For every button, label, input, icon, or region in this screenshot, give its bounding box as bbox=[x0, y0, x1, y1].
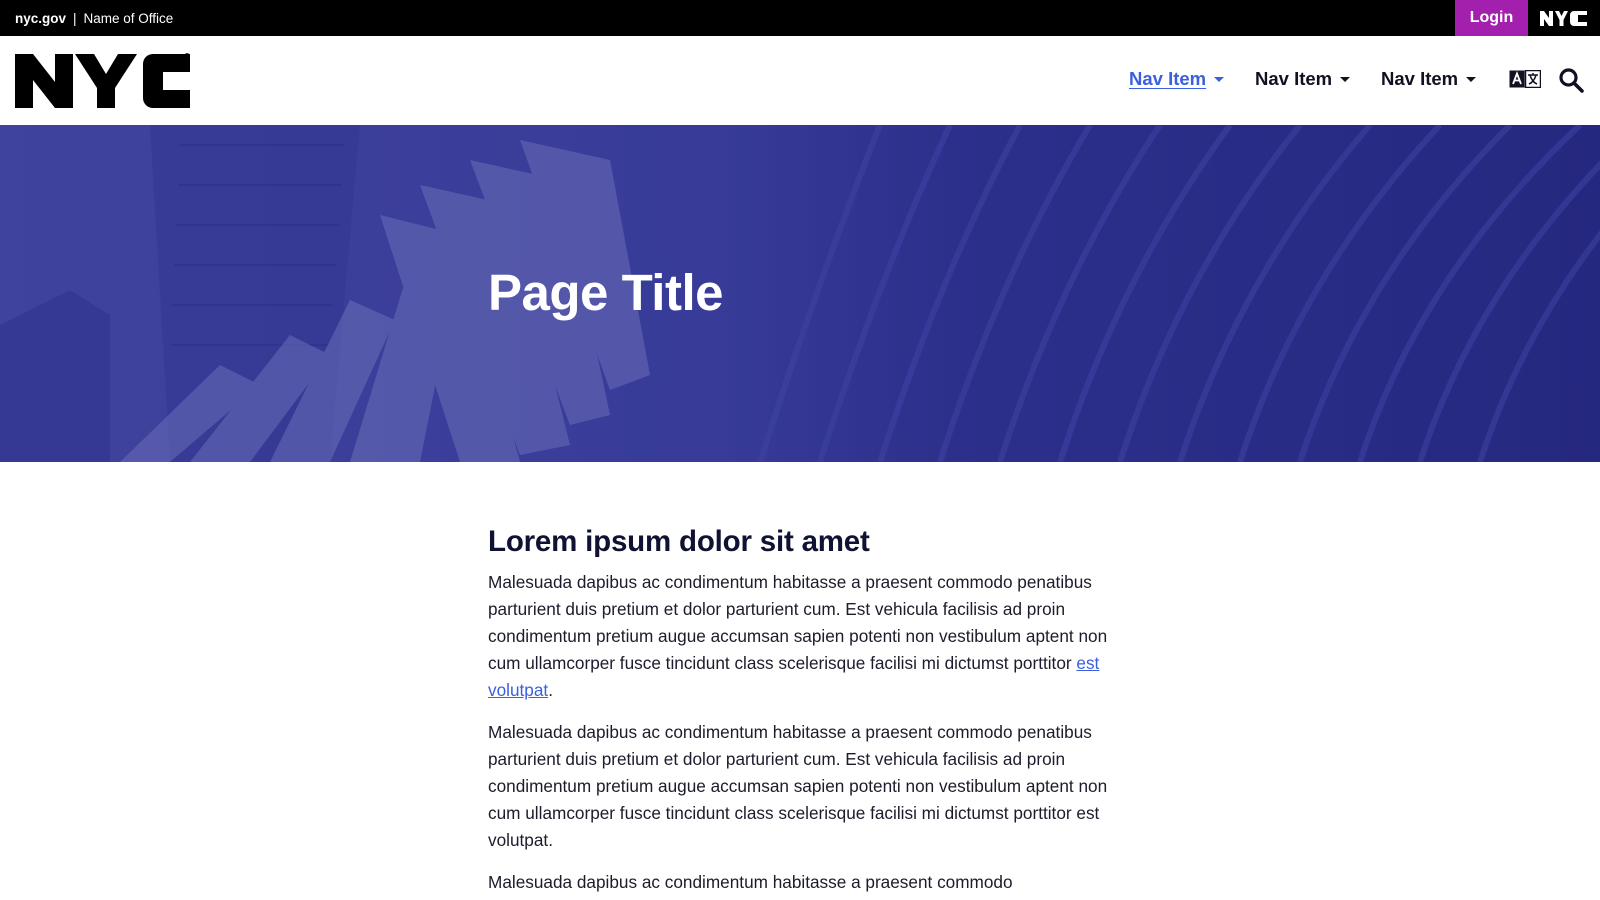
nav-item-label: Nav Item bbox=[1129, 68, 1207, 89]
nyc-mini-logo-icon[interactable] bbox=[1540, 11, 1587, 26]
nav-item-2[interactable]: Nav Item bbox=[1255, 68, 1351, 90]
utility-bar: nyc.gov | Name of Office Login bbox=[0, 0, 1600, 36]
separator: | bbox=[73, 11, 77, 26]
section-heading: Lorem ipsum dolor sit amet bbox=[488, 525, 870, 558]
main-content: Lorem ipsum dolor sit amet Malesuada dap… bbox=[488, 525, 1108, 900]
paragraph: Malesuada dapibus ac condimentum habitas… bbox=[488, 872, 1013, 892]
paragraph-text: Malesuada dapibus ac condimentum habitas… bbox=[488, 572, 1108, 673]
login-button[interactable]: Login bbox=[1455, 0, 1528, 36]
site-header: Nav Item Nav Item Nav Item bbox=[0, 36, 1600, 125]
paragraph: Malesuada dapibus ac condimentum habitas… bbox=[488, 722, 1108, 850]
hero-background-image bbox=[0, 125, 1600, 462]
nav-item-label: Nav Item bbox=[1381, 68, 1459, 89]
office-name[interactable]: Name of Office bbox=[84, 11, 174, 26]
nav-item-label: Nav Item bbox=[1255, 68, 1333, 89]
chevron-down-icon bbox=[1340, 76, 1351, 82]
page-title: Page Title bbox=[488, 264, 723, 321]
paragraph: Malesuada dapibus ac condimentum habitas… bbox=[488, 569, 1108, 704]
site-identifier: nyc.gov | Name of Office bbox=[15, 0, 173, 36]
paragraph-end: . bbox=[548, 680, 553, 700]
nav-item-3[interactable]: Nav Item bbox=[1381, 68, 1477, 90]
nyc-logo-icon[interactable] bbox=[15, 52, 190, 110]
hero-banner: Page Title bbox=[0, 125, 1600, 462]
translate-icon[interactable] bbox=[1509, 70, 1541, 88]
site-link[interactable]: nyc.gov bbox=[15, 11, 66, 26]
chevron-down-icon bbox=[1214, 76, 1225, 82]
search-icon[interactable] bbox=[1558, 67, 1584, 93]
nav-item-1[interactable]: Nav Item bbox=[1129, 68, 1225, 90]
chevron-down-icon bbox=[1466, 76, 1477, 82]
